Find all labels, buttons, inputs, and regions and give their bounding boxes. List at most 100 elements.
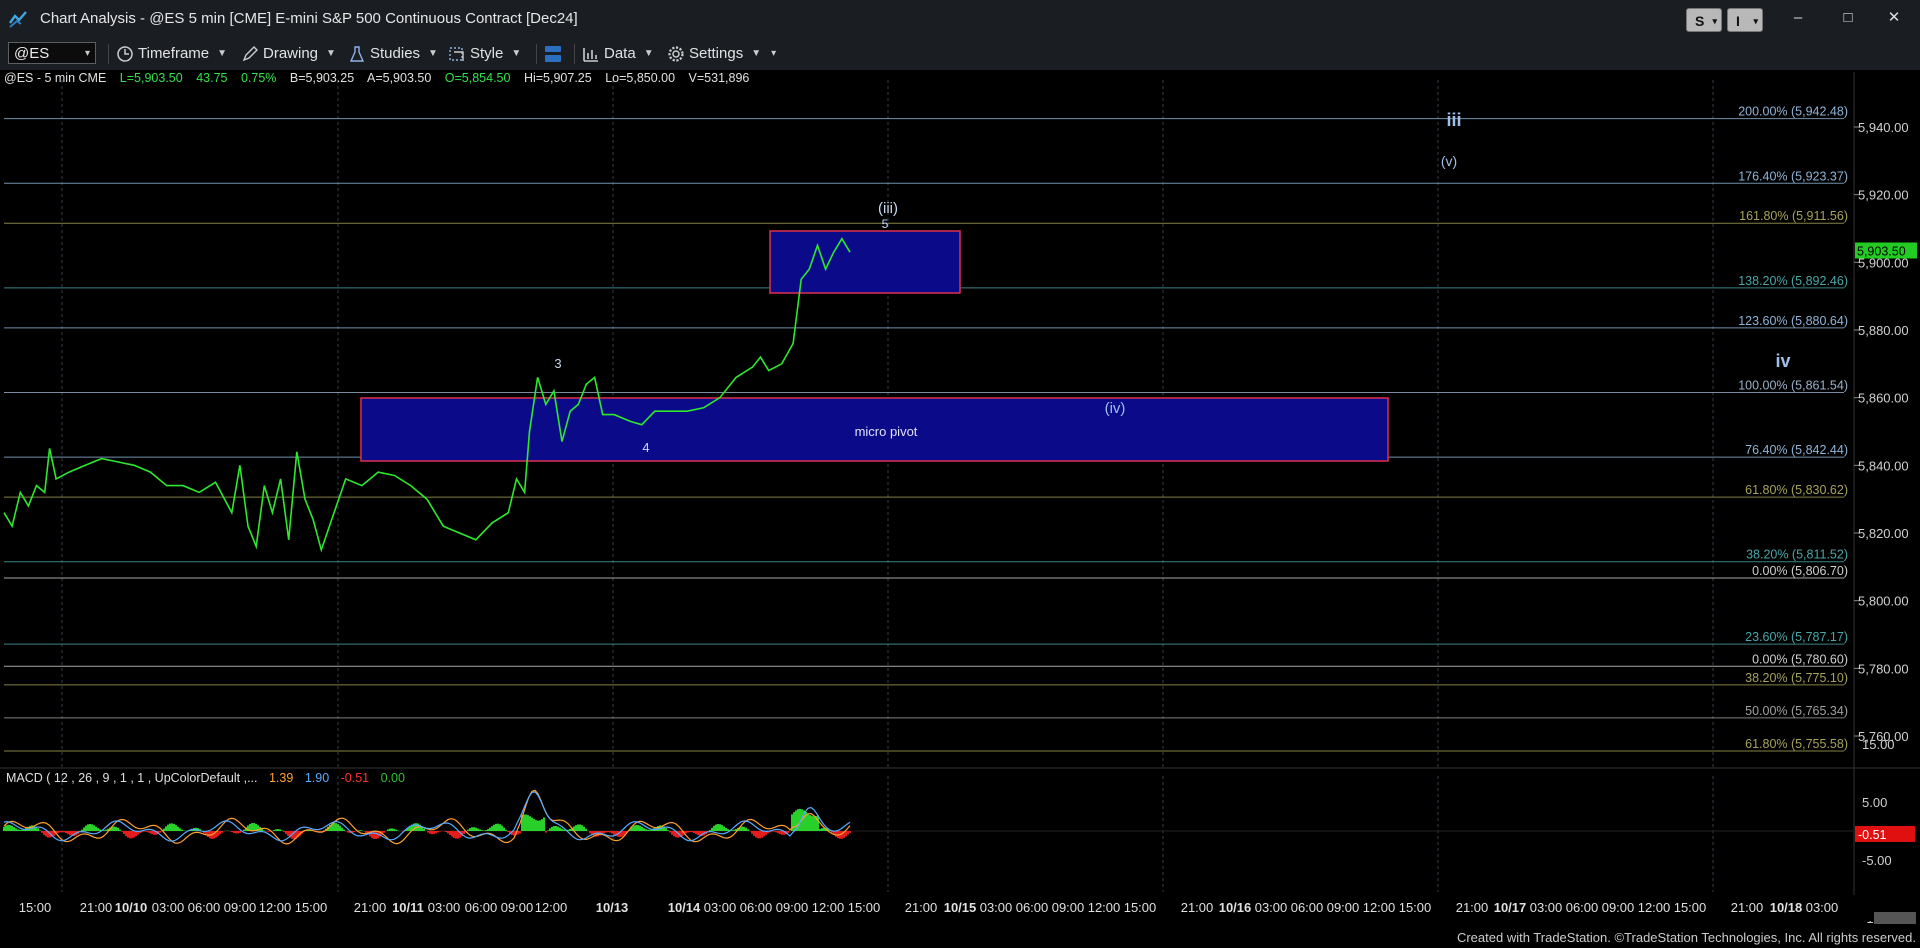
macd-title: MACD ( 12 , 26 , 9 , 1 , 1 , UpColorDefa… [6, 771, 258, 785]
close-button[interactable]: ✕ [1876, 6, 1912, 30]
window-titlebar: Chart Analysis - @ES 5 min [CME] E-mini … [0, 0, 1920, 38]
time-axis-label: 21:00 [1456, 900, 1489, 915]
time-axis-label: 10/14 [668, 900, 701, 915]
time-axis-label: 09:00 [1052, 900, 1085, 915]
time-axis-label: 06:00 [1566, 900, 1599, 915]
wave-iv-minor-label: (iv) [1105, 400, 1126, 417]
micro-pivot-label: micro pivot [855, 424, 918, 439]
time-axis-label: 15:00 [19, 900, 52, 915]
macd-zero-value: 0.00 [380, 771, 405, 785]
clock-icon [117, 46, 133, 62]
minimize-button[interactable]: – [1780, 6, 1816, 30]
time-axis-label: 06:00 [740, 900, 773, 915]
macd-axis-label: 15.00 [1862, 737, 1895, 752]
toolbar-divider [108, 44, 109, 64]
fib-level-label: 50.00% (5,765.34) [1745, 704, 1848, 718]
quote-low: Lo=5,850.00 [605, 71, 676, 85]
window-title: Chart Analysis - @ES 5 min [CME] E-mini … [40, 10, 578, 27]
drawing-menu[interactable]: Drawing ▼ [241, 43, 336, 65]
price-tick-label: 5,840.00 [1858, 458, 1909, 473]
fib-level-label: 161.80% (5,911.56) [1739, 209, 1848, 223]
fib-level-label: 38.20% (5,775.10) [1745, 671, 1848, 685]
gear-icon [668, 46, 684, 62]
fib-level-label: 0.00% (5,780.60) [1752, 652, 1848, 666]
time-axis-label: 09:00 [1327, 900, 1360, 915]
i-menu-button[interactable]: I [1727, 8, 1763, 33]
time-axis-label: 12:00 [1363, 900, 1396, 915]
time-axis-label: 12:00 [1088, 900, 1121, 915]
time-axis-label: 09:00 [501, 900, 534, 915]
drawing-label: Drawing [263, 45, 319, 62]
tradestation-logo-icon [9, 11, 27, 28]
quote-symbol: @ES - 5 min CME [4, 71, 107, 85]
time-axis-label: 06:00 [465, 900, 498, 915]
wave-3-label: 3 [554, 356, 561, 371]
settings-menu[interactable]: Settings ▼ ▾ [667, 43, 776, 65]
time-axis-label: 21:00 [1731, 900, 1764, 915]
time-axis-label: 10/17 [1494, 900, 1527, 915]
style-icon [449, 47, 464, 61]
symbol-input[interactable]: @ES [8, 42, 96, 65]
fib-level-label: 61.80% (5,755.58) [1745, 737, 1848, 751]
quote-ask: A=5,903.50 [366, 71, 432, 85]
toolbar-divider [574, 44, 575, 64]
time-axis-label: 09:00 [224, 900, 257, 915]
bar-chart-icon [583, 48, 598, 62]
style-menu[interactable]: Style ▼ [448, 43, 521, 65]
studies-label: Studies [370, 45, 421, 62]
last-price-label: 5,903.50 [1857, 244, 1906, 258]
fib-level-label: 61.80% (5,830.62) [1745, 483, 1848, 497]
s-menu-button[interactable]: S [1686, 8, 1722, 33]
price-tick-label: 5,780.00 [1858, 661, 1909, 676]
maximize-button[interactable]: □ [1830, 6, 1866, 30]
macd-legend: MACD ( 12 , 26 , 9 , 1 , 1 , UpColorDefa… [6, 771, 413, 785]
macd-signal-value: 1.90 [304, 771, 330, 785]
quote-volume: V=531,896 [688, 71, 750, 85]
time-axis-label: 12:00 [1638, 900, 1671, 915]
time-axis-label: 10/16 [1219, 900, 1252, 915]
price-tick-label: 5,940.00 [1858, 120, 1909, 135]
macd-last-label: -0.51 [1858, 828, 1887, 842]
quote-change-pct: 0.75% [240, 71, 277, 85]
time-axis-label: 10/18 [1770, 900, 1803, 915]
style-label: Style [470, 45, 504, 62]
time-axis-label: 03:00 [704, 900, 737, 915]
time-axis-label: 10/13 [596, 900, 629, 915]
time-axis-label: 15:00 [295, 900, 328, 915]
wave-5-label: 5 [882, 217, 889, 231]
macd-diff-value: -0.51 [340, 771, 370, 785]
time-axis-label: 21:00 [905, 900, 938, 915]
quote-change: 43.75 [196, 71, 228, 85]
macd-value: 1.39 [268, 771, 294, 785]
data-menu[interactable]: Data ▼ [582, 43, 654, 65]
fib-level-label: 100.00% (5,861.54) [1738, 378, 1848, 392]
time-axis-label: 12:00 [259, 900, 292, 915]
timeframe-menu[interactable]: Timeframe ▼ [116, 43, 227, 65]
time-axis-label: 03:00 [1530, 900, 1563, 915]
time-axis-label: 21:00 [354, 900, 387, 915]
time-axis-label: 09:00 [1602, 900, 1635, 915]
time-axis-label: 21:00 [1181, 900, 1214, 915]
time-axis-label: 06:00 [188, 900, 221, 915]
time-axis-label: 10/10 [115, 900, 148, 915]
price-tick-label: 5,820.00 [1858, 526, 1909, 541]
quote-bid: B=5,903.25 [289, 71, 355, 85]
time-axis-label: 06:00 [1291, 900, 1324, 915]
price-tick-label: 5,880.00 [1858, 323, 1909, 338]
time-axis-label: 15:00 [848, 900, 881, 915]
price-tick-label: 5,920.00 [1858, 188, 1909, 203]
layout-icon [545, 46, 561, 62]
time-axis-label: 15:00 [1124, 900, 1157, 915]
horizontal-scroll-handle [1874, 912, 1916, 924]
fib-level-label: 200.00% (5,942.48) [1738, 105, 1848, 119]
wave-iii-major-label: iii [1446, 110, 1461, 130]
time-axis-label: 03:00 [152, 900, 185, 915]
chart-canvas[interactable]: 200.00% (5,942.48) 176.40% (5,923.37) 161.… [0, 0, 1920, 948]
time-axis-label: 12:00 [812, 900, 845, 915]
price-tick-label: 5,800.00 [1858, 594, 1909, 609]
fib-level-label: 176.40% (5,923.37) [1738, 169, 1848, 183]
time-axis-label: 12:00 [535, 900, 568, 915]
layout-button[interactable] [542, 43, 568, 65]
studies-menu[interactable]: Studies ▼ [348, 43, 438, 65]
quote-open: O=5,854.50 [444, 71, 511, 85]
